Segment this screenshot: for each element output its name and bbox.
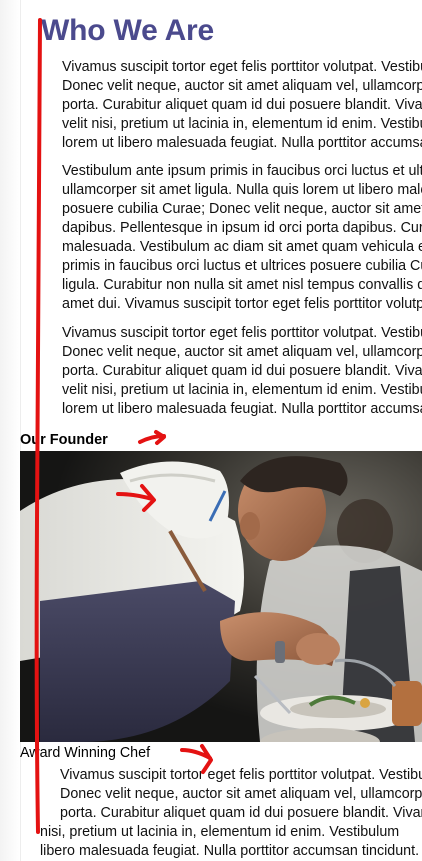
- founder-caption: Award Winning Chef: [20, 745, 151, 761]
- paragraph-line: Vivamus suscipit tortor eget felis portt…: [62, 325, 422, 341]
- paragraph-line: Vestibulum ante ipsum primis in faucibus…: [62, 163, 422, 179]
- about-page: Who We Are Vivamus suscipit tortor eget …: [20, 0, 422, 861]
- paragraph-line: lorem ut libero malesuada feugiat. Nulla…: [62, 401, 422, 417]
- founder-paragraph: Vivamus suscipit tortor eget felis portt…: [40, 766, 422, 861]
- intro-paragraph-2: Vestibulum ante ipsum primis in faucibus…: [62, 162, 422, 314]
- paragraph-line: ligula. Curabitur non nulla sit amet nis…: [62, 277, 422, 293]
- intro-paragraph-3: Vivamus suscipit tortor eget felis portt…: [62, 324, 422, 419]
- paragraph-line: Donec velit neque, auctor sit amet aliqu…: [60, 786, 422, 802]
- founder-photo: [20, 451, 422, 742]
- paragraph-line: amet dui. Vivamus suscipit tortor eget f…: [62, 296, 422, 312]
- paragraph-line: lorem ut libero malesuada feugiat. Nulla…: [62, 135, 422, 151]
- paragraph-line: dapibus. Pellentesque in ipsum id orci p…: [62, 220, 422, 236]
- paragraph-line: posuere cubilia Curae; Donec velit neque…: [62, 201, 422, 217]
- paragraph-line: primis in faucibus orci luctus et ultric…: [62, 258, 422, 274]
- founder-heading: Our Founder: [20, 432, 108, 448]
- paragraph-line: velit nisi, pretium ut lacinia in, eleme…: [62, 382, 422, 398]
- paragraph-line: malesuada. Vestibulum ac diam sit amet q…: [62, 239, 422, 255]
- paragraph-line: porta. Curabitur aliquet quam id dui pos…: [60, 805, 422, 821]
- paragraph-line: porta. Curabitur aliquet quam id dui pos…: [62, 363, 422, 379]
- paragraph-line: Donec velit neque, auctor sit amet aliqu…: [62, 344, 422, 360]
- paragraph-line: nisi, pretium ut lacinia in, elementum i…: [40, 824, 400, 840]
- page-title: Who We Are: [41, 14, 215, 47]
- paragraph-line: libero malesuada feugiat. Nulla porttito…: [40, 843, 420, 859]
- paragraph-line: Donec velit neque, auctor sit amet aliqu…: [62, 78, 422, 94]
- paragraph-line: porta. Curabitur aliquet quam id dui pos…: [62, 97, 422, 113]
- paragraph-line: velit nisi, pretium ut lacinia in, eleme…: [62, 116, 422, 132]
- paragraph-line: ullamcorper sit amet ligula. Nulla quis …: [62, 182, 422, 198]
- paragraph-line: Vivamus suscipit tortor eget felis portt…: [60, 767, 422, 783]
- intro-paragraph-1: Vivamus suscipit tortor eget felis portt…: [62, 58, 422, 153]
- paragraph-line: Vivamus suscipit tortor eget felis portt…: [62, 59, 422, 75]
- page-left-margin: [0, 0, 21, 861]
